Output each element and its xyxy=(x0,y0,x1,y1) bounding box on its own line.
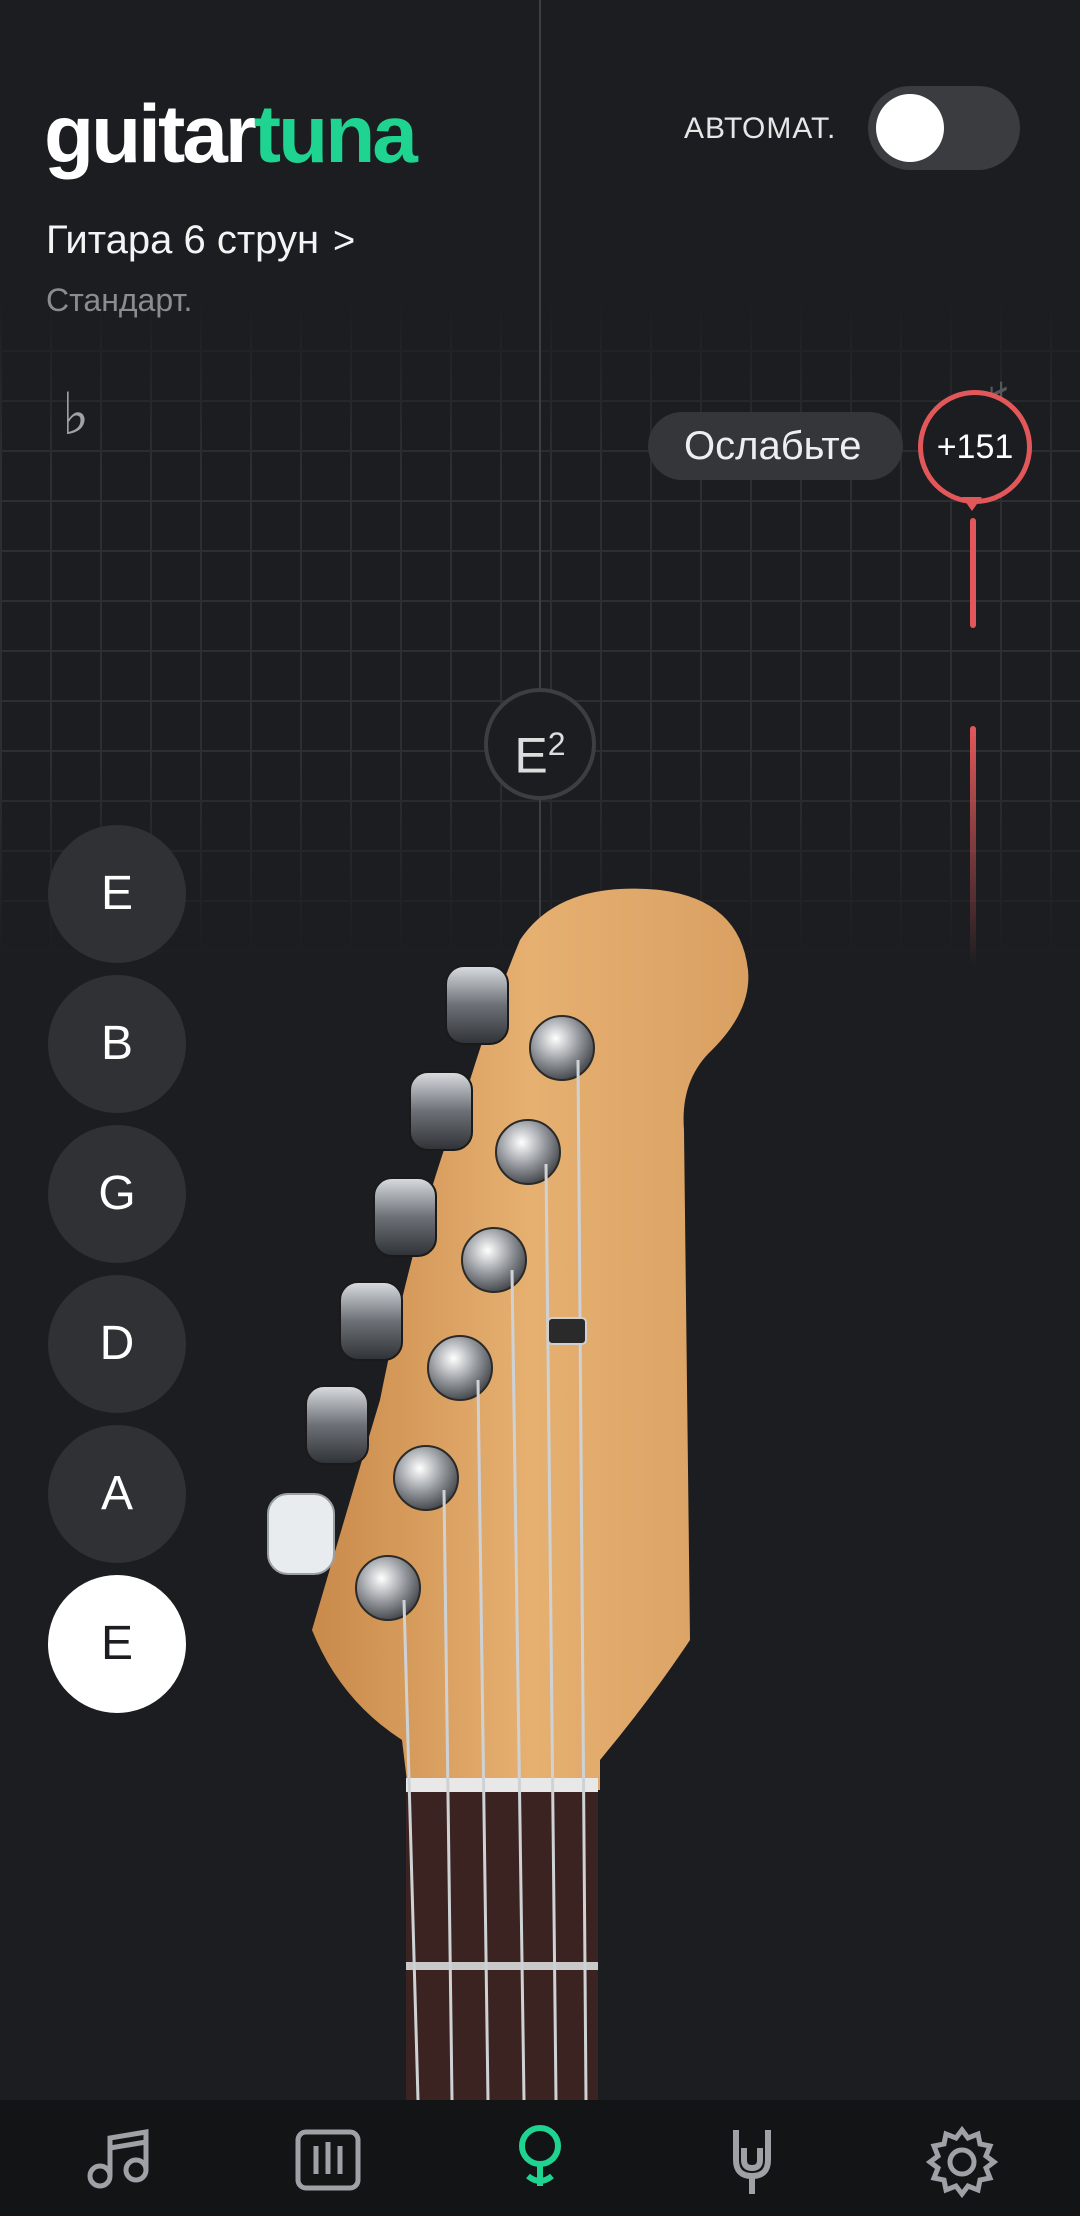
bottom-navigation xyxy=(0,2100,1080,2216)
string-button-b[interactable]: B xyxy=(48,975,186,1113)
metronome-icon[interactable] xyxy=(288,2120,368,2200)
string-button-d[interactable]: D xyxy=(48,1275,186,1413)
gear-icon[interactable] xyxy=(922,2120,1002,2200)
tuner-icon[interactable] xyxy=(500,2120,580,2200)
music-note-icon[interactable] xyxy=(78,2120,158,2200)
tune-fork-icon[interactable] xyxy=(712,2120,792,2200)
string-button-a[interactable]: A xyxy=(48,1425,186,1563)
string-button-g[interactable]: G xyxy=(48,1125,186,1263)
string-button-e-low[interactable]: E xyxy=(48,1575,186,1713)
string-button-e-high[interactable]: E xyxy=(48,825,186,963)
